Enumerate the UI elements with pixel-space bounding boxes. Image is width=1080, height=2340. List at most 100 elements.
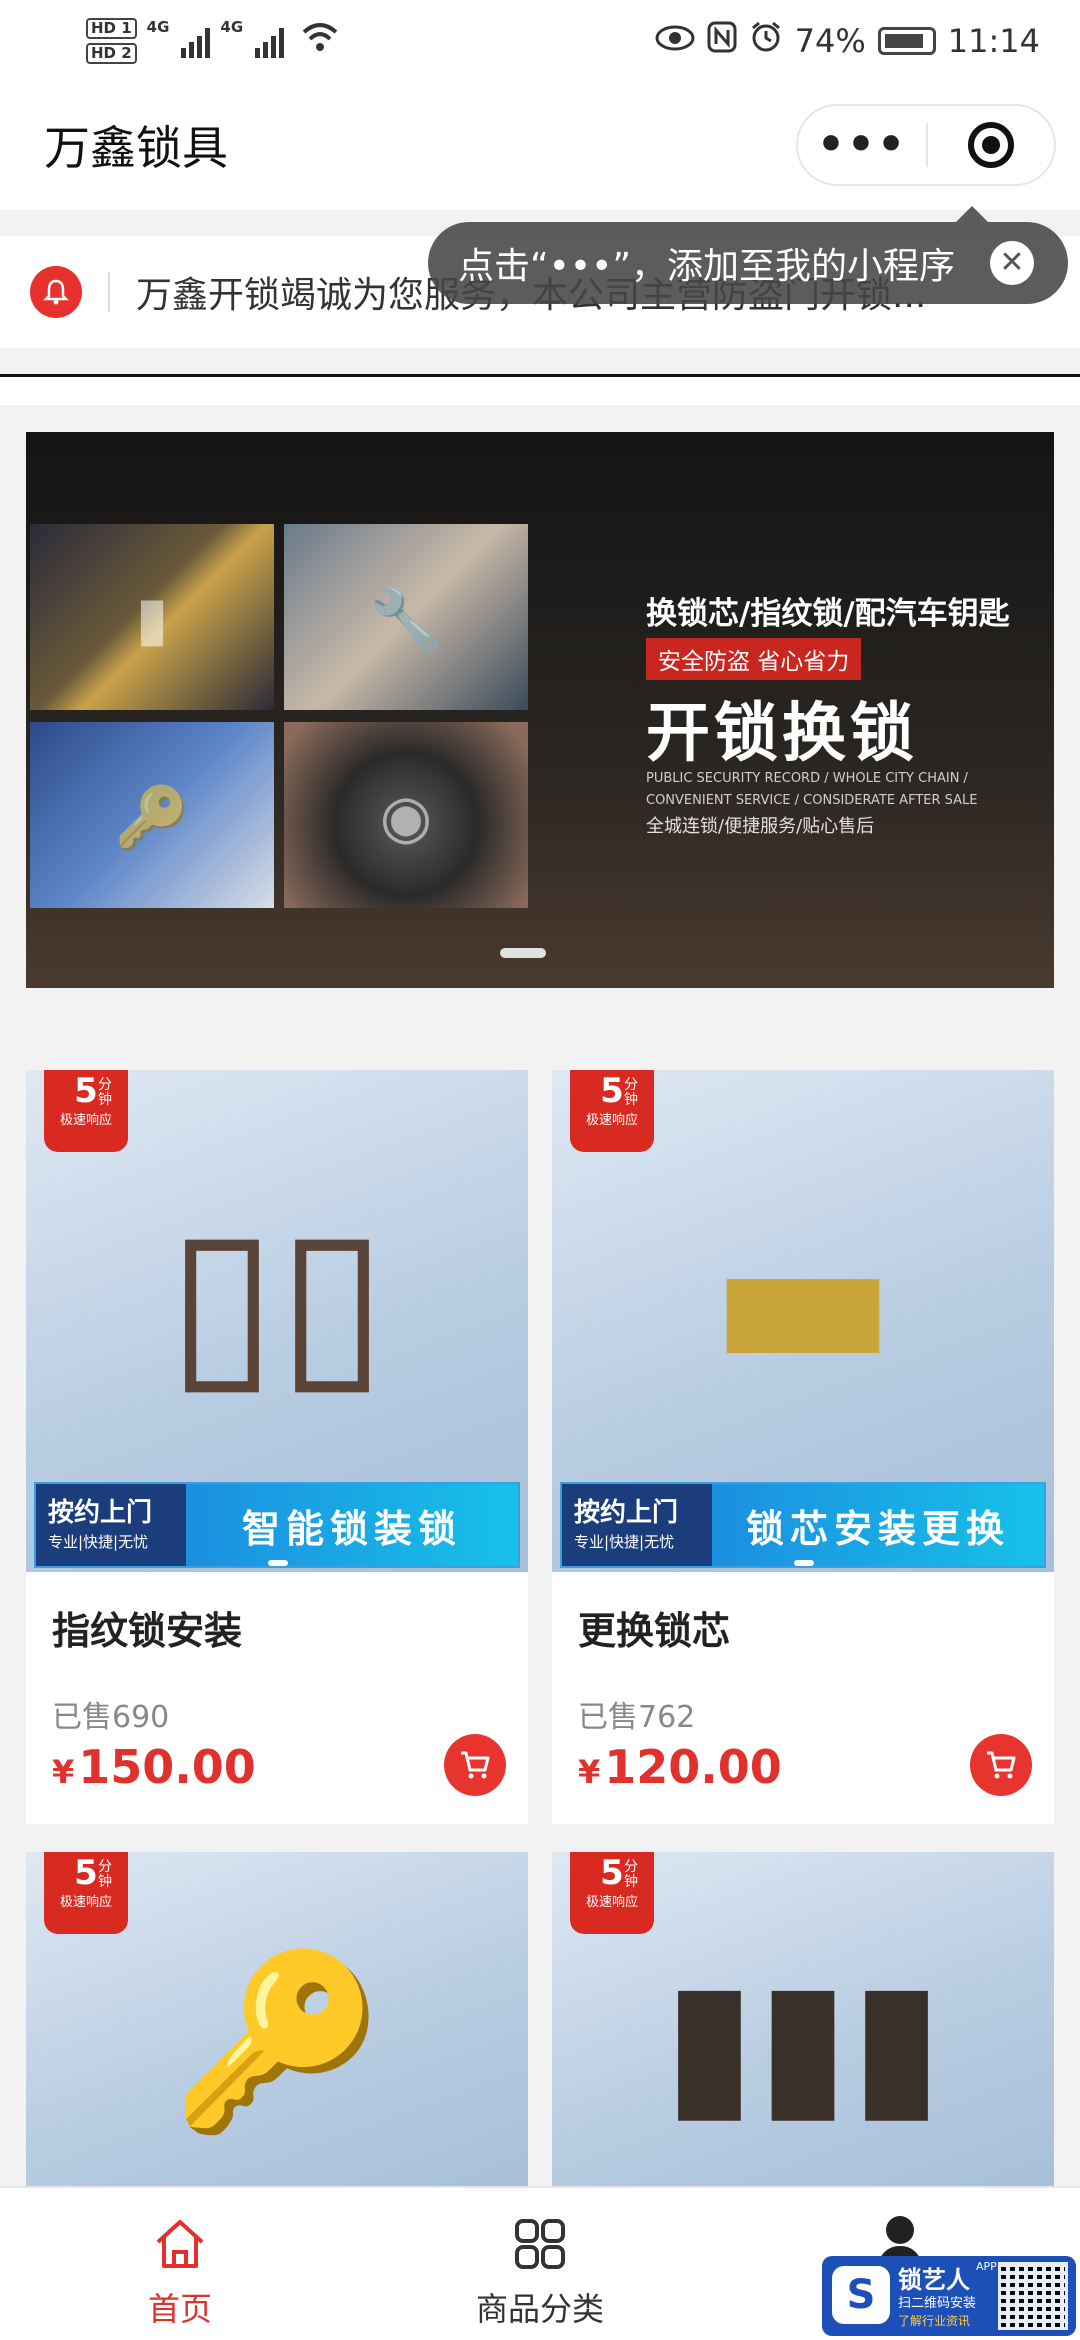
product-name: 指纹锁安装 [52, 1609, 243, 1653]
lock-cylinder-photo: 🔧 [284, 524, 528, 710]
image-indicator [794, 1560, 814, 1566]
product-card[interactable]: ▮▮▮ 5 分钟 极速响应 [552, 1852, 1054, 2192]
banner-headline: 换锁芯/指纹锁/配汽车钥匙 [646, 596, 1010, 632]
wifi-icon [300, 20, 340, 63]
battery-icon [877, 27, 936, 55]
product-card[interactable]: 🔑 5 分钟 极速响应 [26, 1852, 528, 2192]
product-card[interactable]: ▬ 5 分钟 极速响应 按约上门 专业|快捷|无忧 锁芯安装更换 更换锁芯 已售… [552, 1070, 1054, 1824]
watermark-badge: S 锁艺人 APP 扫二维码安装 了解行业资讯 [822, 2256, 1076, 2336]
badge-number: 5 [74, 1071, 98, 1111]
promo-banner[interactable]: ▮ 🔧 🔑 ◉ 换锁芯/指纹锁/配汽车钥匙 安全防盗 省心省力 开锁换锁 PUB… [26, 432, 1054, 988]
watermark-line2: 了解行业资讯 [898, 2314, 971, 2328]
strip-title: 按约上门 [574, 1498, 679, 1528]
badge-number: 5 [600, 1071, 624, 1111]
tab-home[interactable]: 首页 [0, 2188, 360, 2340]
product-sold: 已售762 [578, 1700, 696, 1735]
banner-big-text: 开锁换锁 [646, 697, 918, 771]
eye-icon [655, 24, 695, 59]
signal-icon [181, 24, 211, 58]
watermark-name: 锁艺人 [898, 2266, 970, 2294]
steering-wheel-photo: ◉ [284, 722, 528, 908]
badge-unit: 分钟 [98, 1077, 112, 1108]
bell-icon [30, 266, 82, 318]
strip-service-name: 智能锁装锁 [186, 1484, 518, 1566]
car-key-photo: 🔑 [30, 722, 274, 908]
nav-bar: 万鑫锁具 ••• [0, 82, 1080, 210]
product-name: 更换锁芯 [578, 1609, 731, 1653]
badge-number: 5 [600, 1853, 624, 1893]
close-mini-program-button[interactable] [928, 122, 1054, 168]
door-handle-lock-icon: ▮▮▮ [662, 1943, 944, 2141]
watermark-logo-icon: S [832, 2266, 890, 2324]
home-icon [156, 2220, 204, 2268]
response-badge: 5 分钟 极速响应 [570, 1852, 654, 1934]
grid-icon [515, 2219, 565, 2269]
add-to-cart-button[interactable] [444, 1734, 506, 1796]
tab-label: 首页 [147, 2290, 212, 2328]
response-badge: 5 分钟 极速响应 [44, 1852, 128, 1934]
battery-percent: 74% [794, 22, 866, 60]
watermark-line1: 扫二维码安装 [898, 2296, 977, 2311]
mini-program-screen: HD 1 HD 2 4G 4G 74% 11:14 万鑫锁具 ••• 点击“••… [0, 0, 1080, 2340]
strip-subtitle: 专业|快捷|无忧 [574, 1533, 675, 1551]
tab-label: 商品分类 [475, 2290, 604, 2328]
product-image: ▮▮▮ 5 分钟 极速响应 [552, 1852, 1054, 2192]
nfc-icon [707, 21, 737, 61]
clock: 11:14 [947, 22, 1040, 60]
menu-capsule: ••• [796, 104, 1056, 186]
car-key-icon: 🔑 [171, 1943, 383, 2141]
page-title: 万鑫锁具 [44, 121, 228, 175]
response-badge: 5 分钟 极速响应 [570, 1070, 654, 1152]
tooltip-text: 点击“•••”，添加至我的小程序 [458, 246, 956, 287]
strip-service-name: 锁芯安装更换 [712, 1484, 1044, 1566]
door-lock-photo: ▮ [30, 524, 274, 710]
product-price: ¥120.00 [578, 1740, 782, 1794]
product-price: ¥150.00 [52, 1740, 256, 1794]
response-badge: 5 分钟 极速响应 [44, 1070, 128, 1152]
price-value: 120.00 [604, 1740, 782, 1794]
banner-subtitle: 全城连锁/便捷服务/贴心售后 [646, 816, 875, 837]
hd1-indicator: HD 1 [86, 18, 137, 39]
carousel-indicator [500, 948, 546, 958]
add-to-my-mini-programs-tooltip: 点击“•••”，添加至我的小程序 ✕ [428, 206, 1068, 304]
banner-english: PUBLIC SECURITY RECORD / WHOLE CITY CHAI… [646, 771, 978, 808]
signal-icon [255, 24, 285, 58]
close-icon[interactable]: ✕ [990, 241, 1034, 285]
notice-divider [108, 272, 110, 312]
watermark-app: APP [976, 2260, 997, 2273]
cart-icon [461, 1751, 490, 1779]
badge-text: 极速响应 [59, 1895, 112, 1910]
tab-categories[interactable]: 商品分类 [360, 2188, 720, 2340]
currency-symbol: ¥ [578, 1753, 601, 1791]
product-image: 🔑 5 分钟 极速响应 [26, 1852, 528, 2192]
status-left: HD 1 HD 2 4G 4G [86, 18, 340, 64]
product-card[interactable]: ▯▯ 5 分钟 极速响应 按约上门 专业|快捷|无忧 智能锁装锁 指纹锁安装 已… [26, 1070, 528, 1824]
target-circle-icon [967, 122, 1014, 168]
badge-text: 极速响应 [585, 1113, 638, 1128]
qr-code-icon [998, 2262, 1068, 2330]
service-strip: 按约上门 专业|快捷|无忧 智能锁装锁 [34, 1482, 520, 1568]
more-dots-icon[interactable]: ••• [798, 123, 926, 167]
badge-number: 5 [74, 1853, 98, 1893]
strip-subtitle: 专业|快捷|无忧 [48, 1533, 149, 1551]
net1-label: 4G [146, 18, 170, 36]
product-image: ▯▯ 5 分钟 极速响应 按约上门 专业|快捷|无忧 智能锁装锁 [26, 1070, 528, 1572]
hd2-indicator: HD 2 [86, 43, 137, 64]
price-value: 150.00 [78, 1740, 256, 1794]
currency-symbol: ¥ [52, 1753, 75, 1791]
badge-unit: 分钟 [624, 1077, 638, 1108]
add-to-cart-button[interactable] [970, 1734, 1032, 1796]
badge-unit: 分钟 [98, 1859, 112, 1890]
strip-title: 按约上门 [48, 1498, 153, 1528]
product-sold: 已售690 [52, 1700, 170, 1735]
net2-label: 4G [220, 18, 244, 36]
banner-tag: 安全防盗 省心省力 [646, 638, 862, 680]
section-band [0, 377, 1080, 405]
lock-cylinder-icon: ▬ [708, 1183, 898, 1416]
status-right: 74% 11:14 [655, 20, 1040, 62]
alarm-icon [749, 20, 783, 62]
product-image: ▬ 5 分钟 极速响应 按约上门 专业|快捷|无忧 锁芯安装更换 [552, 1070, 1054, 1572]
status-bar: HD 1 HD 2 4G 4G 74% 11:14 [0, 0, 1080, 82]
badge-text: 极速响应 [585, 1895, 638, 1910]
image-indicator [268, 1560, 288, 1566]
